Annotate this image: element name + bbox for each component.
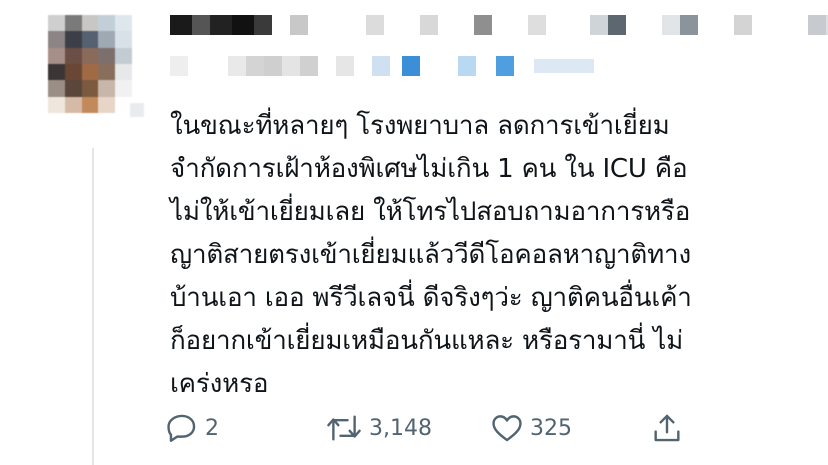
retweet-button[interactable]: 3,148 <box>325 411 432 445</box>
tweet: ในขณะที่หลายๆ โรงพยาบาล ลดการเข้าเยี่ยม … <box>0 0 828 465</box>
tweet-actions: 2 3,148 325 <box>165 408 705 448</box>
reply-count: 2 <box>205 415 219 441</box>
reply-icon <box>165 411 199 445</box>
tweet-text-line: ในขณะที่หลายๆ โรงพยาบาล ลดการเข้าเยี่ยม <box>170 111 670 141</box>
tweet-text-line: จำกัดการเฝ้าห้องพิเศษไม่เกิน 1 คน ใน ICU… <box>170 154 688 184</box>
heart-icon <box>490 411 524 445</box>
avatar[interactable] <box>48 15 144 117</box>
tweet-text: ในขณะที่หลายๆ โรงพยาบาล ลดการเข้าเยี่ยม … <box>170 105 810 406</box>
tweet-text-line: ไม่ให้เข้าเยี่ยมเลย ให้โทรไปสอบถามอาการห… <box>170 197 691 227</box>
like-count: 325 <box>530 415 572 441</box>
thread-line <box>92 148 94 465</box>
like-button[interactable]: 325 <box>490 411 572 445</box>
retweet-count: 3,148 <box>369 415 432 441</box>
author-name-censored <box>170 15 828 35</box>
tweet-text-line: ก็อยากเข้าเยี่ยมเหมือนกันแหละ หรือรามานี… <box>170 326 684 356</box>
tweet-text-line: บ้านเอา เออ พรีวีเลจนี่ ดีจริงๆว่ะ ญาติค… <box>170 283 692 313</box>
share-icon <box>650 411 684 445</box>
tweet-text-line: เคร่งหรอ <box>170 369 269 399</box>
tweet-text-line: ญาติสายตรงเข้าเยี่ยมแล้ววีดีโอคอลหาญาติท… <box>170 240 691 270</box>
reply-button[interactable]: 2 <box>165 411 219 445</box>
reply-to-censored <box>170 56 594 76</box>
share-button[interactable] <box>650 411 684 445</box>
retweet-icon <box>325 411 363 445</box>
